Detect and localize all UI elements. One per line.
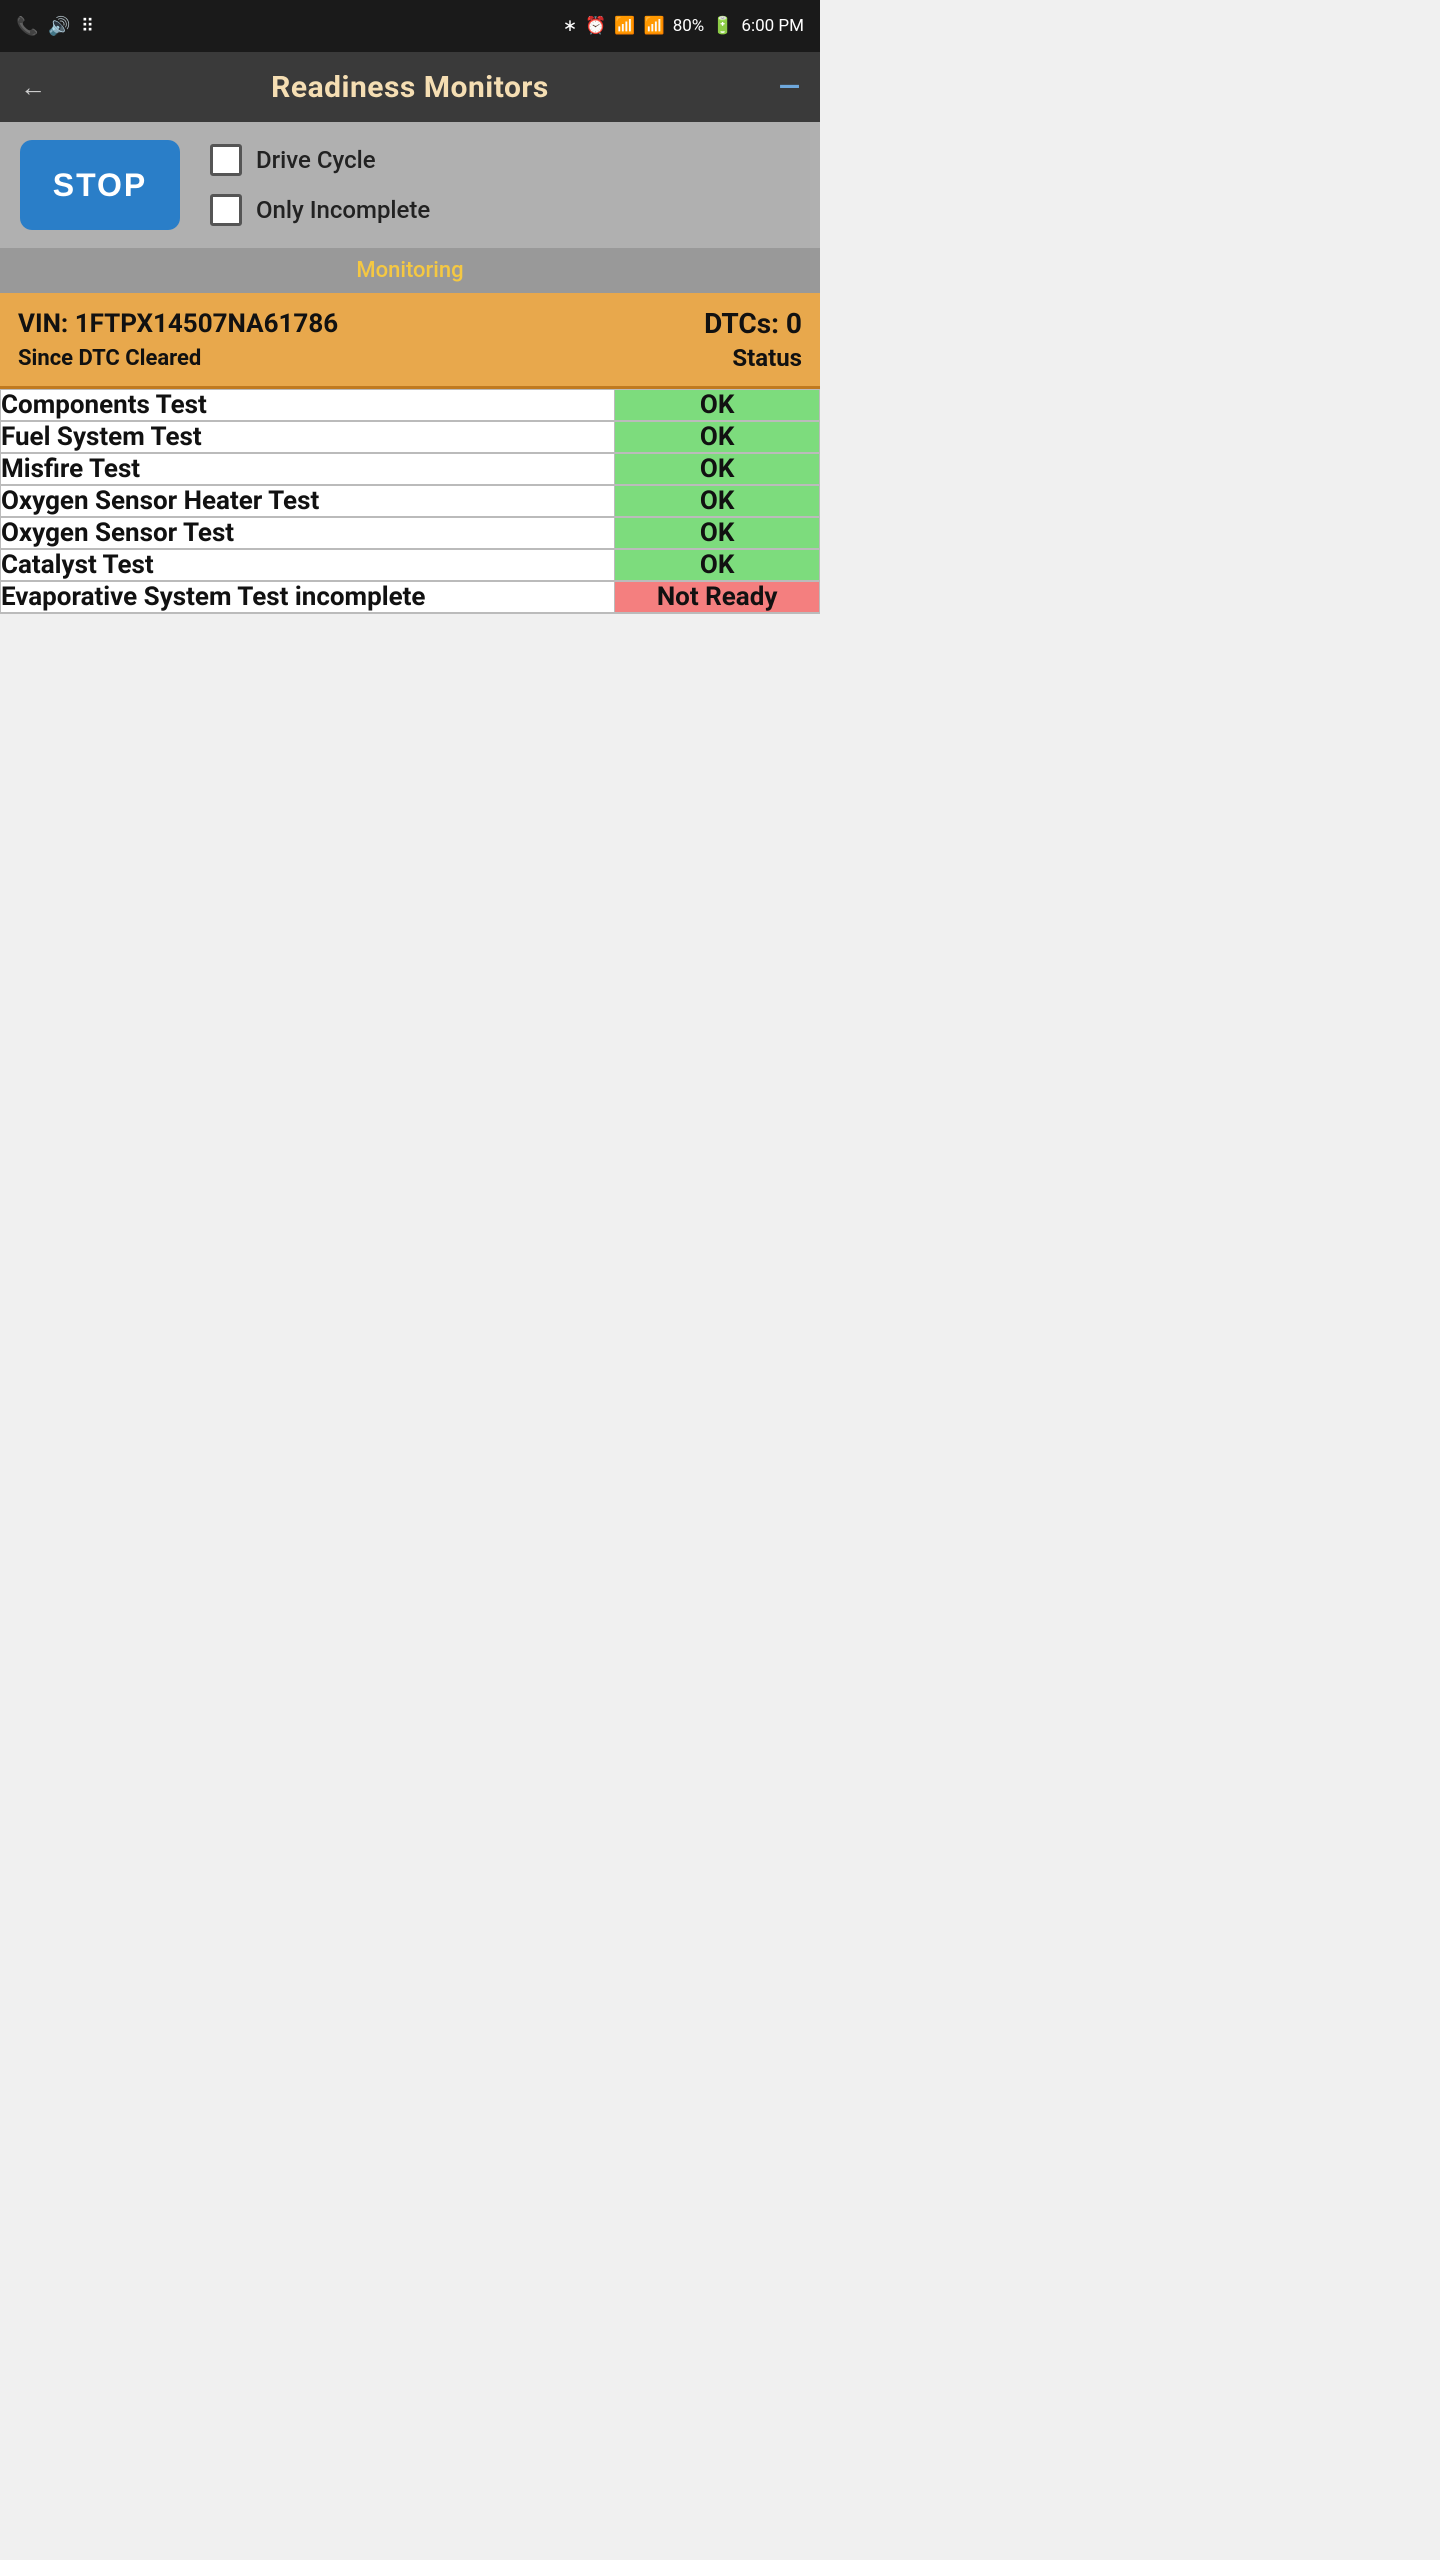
wifi-icon: 📶 bbox=[614, 16, 635, 36]
test-name-cell: Oxygen Sensor Test bbox=[1, 517, 615, 549]
table-row: Oxygen Sensor TestOK bbox=[1, 517, 820, 549]
status-bar: 📞 🔊 ⠿ ∗ ⏰ 📶 📶 80% 🔋 6:00 PM bbox=[0, 0, 820, 52]
test-name-cell: Oxygen Sensor Heater Test bbox=[1, 485, 615, 517]
monitoring-bar: Monitoring bbox=[0, 248, 820, 293]
only-incomplete-label: Only Incomplete bbox=[256, 196, 430, 224]
status-column-label: Status bbox=[732, 344, 802, 372]
dtc-count: DTCs: 0 bbox=[704, 307, 802, 340]
minimize-button[interactable]: — bbox=[779, 73, 800, 101]
table-row: Evaporative System Test incompleteNot Re… bbox=[1, 581, 820, 613]
battery-percent: 80% bbox=[673, 16, 705, 36]
drive-cycle-checkbox[interactable] bbox=[210, 144, 242, 176]
drive-cycle-label: Drive Cycle bbox=[256, 146, 376, 174]
back-button[interactable]: ← bbox=[20, 72, 46, 103]
page-title: Readiness Monitors bbox=[271, 70, 549, 105]
test-status-cell: OK bbox=[615, 517, 820, 549]
table-row: Fuel System TestOK bbox=[1, 421, 820, 453]
test-name-cell: Fuel System Test bbox=[1, 421, 615, 453]
vin-dtc-row: VIN: 1FTPX14507NA61786 DTCs: 0 bbox=[18, 307, 802, 340]
table-row: Oxygen Sensor Heater TestOK bbox=[1, 485, 820, 517]
checkbox-group: Drive Cycle Only Incomplete bbox=[210, 144, 430, 226]
test-status-cell: OK bbox=[615, 421, 820, 453]
test-name-cell: Components Test bbox=[1, 390, 615, 422]
status-left-icons: 📞 🔊 ⠿ bbox=[16, 16, 94, 37]
table-row: Components TestOK bbox=[1, 390, 820, 422]
alarm-icon: ⏰ bbox=[585, 16, 606, 36]
battery-icon: 🔋 bbox=[712, 16, 733, 36]
monitor-table: Components TestOKFuel System TestOKMisfi… bbox=[0, 389, 820, 614]
time-display: 6:00 PM bbox=[741, 16, 804, 36]
bluetooth-icon: ∗ bbox=[563, 16, 577, 36]
drive-cycle-checkbox-item[interactable]: Drive Cycle bbox=[210, 144, 430, 176]
controls-area: STOP Drive Cycle Only Incomplete bbox=[0, 122, 820, 248]
only-incomplete-checkbox[interactable] bbox=[210, 194, 242, 226]
only-incomplete-checkbox-item[interactable]: Only Incomplete bbox=[210, 194, 430, 226]
status-right-icons: ∗ ⏰ 📶 📶 80% 🔋 6:00 PM bbox=[563, 16, 804, 36]
app-header: ← Readiness Monitors — bbox=[0, 52, 820, 122]
test-status-cell: OK bbox=[615, 390, 820, 422]
since-status-row: Since DTC Cleared Status bbox=[18, 344, 802, 372]
stop-button[interactable]: STOP bbox=[20, 140, 180, 230]
vin-header: VIN: 1FTPX14507NA61786 DTCs: 0 Since DTC… bbox=[0, 293, 820, 389]
test-status-cell: Not Ready bbox=[615, 581, 820, 613]
signal-icon: 📶 bbox=[644, 16, 665, 36]
voicemail-icon: 📞 bbox=[16, 16, 38, 37]
footer-space bbox=[0, 614, 820, 654]
vin-number: VIN: 1FTPX14507NA61786 bbox=[18, 309, 338, 339]
table-row: Misfire TestOK bbox=[1, 453, 820, 485]
apps-icon: ⠿ bbox=[81, 16, 94, 37]
test-name-cell: Catalyst Test bbox=[1, 549, 615, 581]
test-name-cell: Misfire Test bbox=[1, 453, 615, 485]
test-status-cell: OK bbox=[615, 485, 820, 517]
test-status-cell: OK bbox=[615, 549, 820, 581]
test-status-cell: OK bbox=[615, 453, 820, 485]
since-dtc-cleared: Since DTC Cleared bbox=[18, 346, 201, 371]
monitoring-label: Monitoring bbox=[356, 258, 463, 283]
table-row: Catalyst TestOK bbox=[1, 549, 820, 581]
test-name-cell: Evaporative System Test incomplete bbox=[1, 581, 615, 613]
headset-icon: 🔊 bbox=[48, 16, 70, 37]
